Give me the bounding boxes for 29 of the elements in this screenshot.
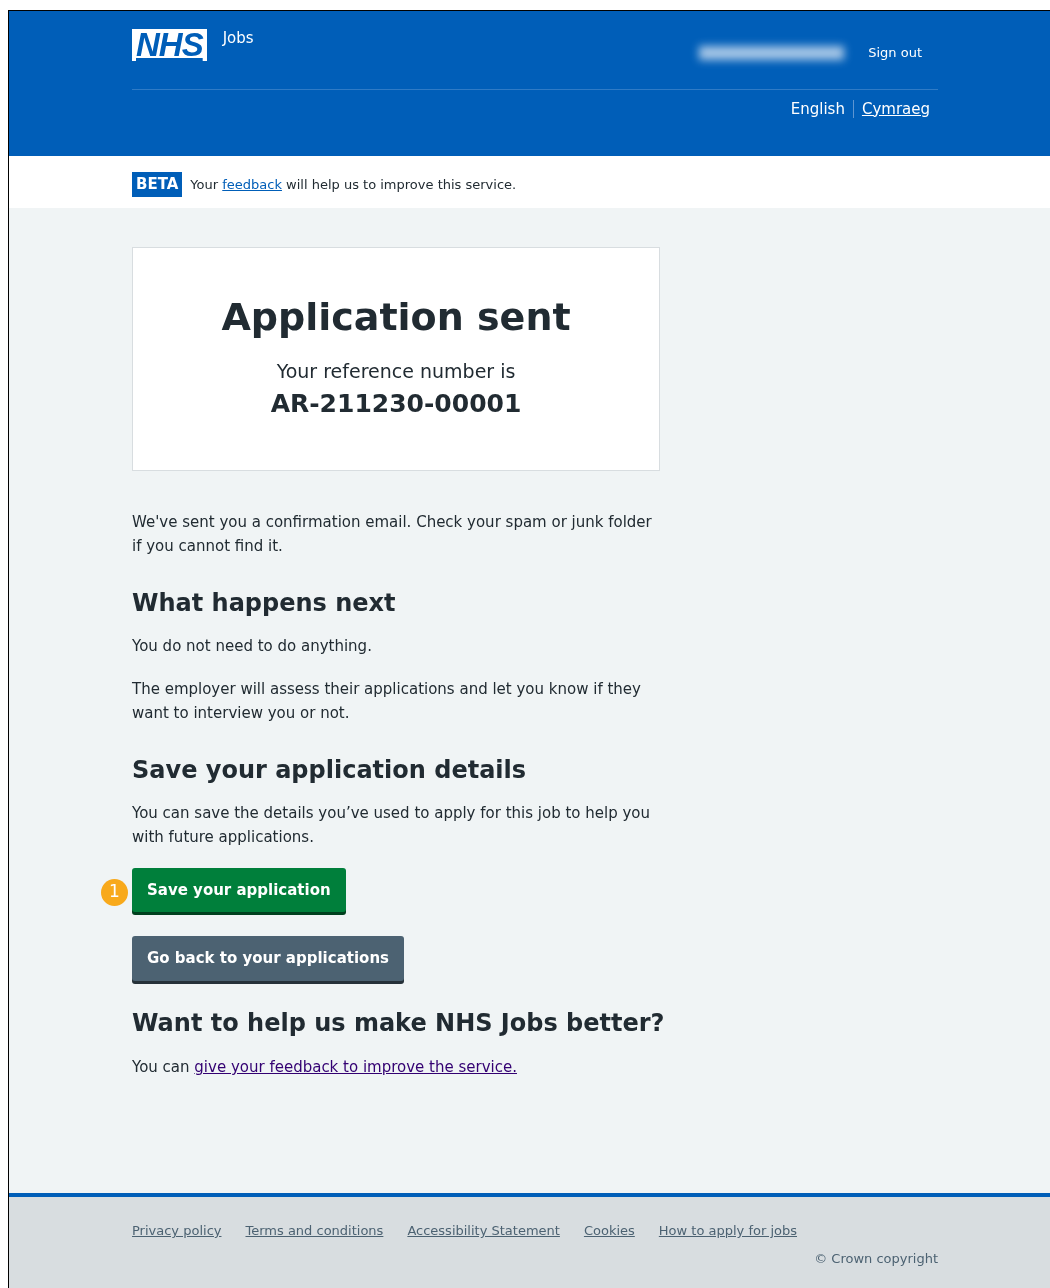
reference-label: Your reference number is xyxy=(276,358,516,384)
save-button[interactable]: Save your application xyxy=(132,867,346,913)
footer-link[interactable]: Privacy policy xyxy=(132,1221,222,1241)
feedback-text: You can give your feedback to improve the service. xyxy=(132,1057,518,1079)
feedback-link[interactable]: give your feedback to improve the service. xyxy=(194,1058,517,1077)
footer-link[interactable]: Accessibility Statement xyxy=(407,1221,560,1241)
section-heading: What happens next xyxy=(132,589,397,618)
sign-out-link[interactable]: Sign out xyxy=(868,43,922,63)
feedback-link[interactable]: feedback xyxy=(222,176,282,192)
nhs-logo[interactable]: NHS xyxy=(132,28,207,61)
service-name: Jobs xyxy=(222,28,254,49)
footer-link[interactable]: Cookies xyxy=(583,1221,635,1241)
back-button[interactable]: Go back to your applications xyxy=(132,936,404,981)
section-heading: Save your application details xyxy=(132,755,528,785)
step-marker: 1 xyxy=(101,878,128,906)
intro-text: We've sent you a confirmation email. Check your spam or junk folder if you cannot find it. xyxy=(132,512,652,557)
copyright-text: © Crown copyright xyxy=(814,1249,938,1268)
footer-link[interactable]: Terms and conditions xyxy=(245,1221,384,1241)
language-link[interactable]: English xyxy=(790,97,845,120)
beta-message: Your feedback will help us to improve this service. xyxy=(190,175,517,194)
reference-number: AR-211230-00001 xyxy=(270,388,522,421)
beta-tag: BETA xyxy=(132,172,183,197)
panel-title: Application sent xyxy=(221,295,571,341)
body-text: You do not need to do anything. xyxy=(132,635,373,657)
footer-link[interactable]: How to apply for jobs xyxy=(658,1221,797,1241)
body-text: The employer will assess their applications and let you know if they want to interview you or not. xyxy=(132,678,642,724)
feedback-heading: Want to help us make NHS Jobs better? xyxy=(132,1008,666,1038)
body-text: You can save the details you’ve used to apply for this job to help you with future applications. xyxy=(132,802,651,848)
language-link[interactable]: Cymraeg xyxy=(861,97,930,120)
